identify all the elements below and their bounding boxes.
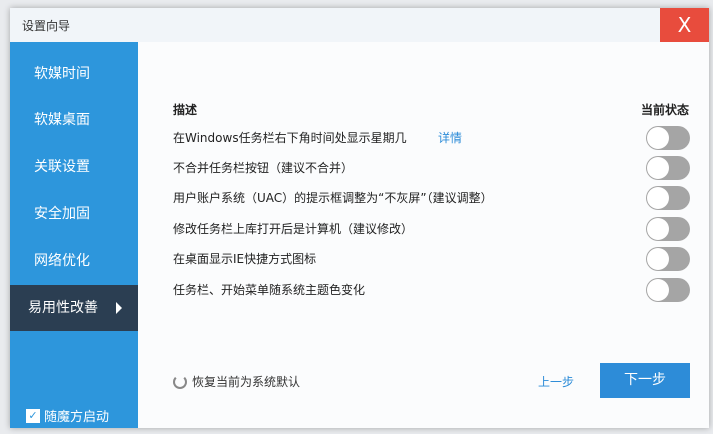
sidebar-item-security[interactable]: 安全加固 — [10, 191, 138, 237]
restore-defaults-button[interactable]: 恢复当前为系统默认 — [173, 373, 300, 390]
autostart-label: 随魔方启动 — [44, 410, 110, 425]
toggle-switch[interactable] — [646, 278, 690, 302]
window-title: 设置向导 — [22, 19, 71, 33]
sidebar-item-time[interactable]: 软媒时间 — [10, 51, 138, 97]
title-bar: 设置向导 X — [10, 8, 709, 42]
setting-label: 用户账户系统（UAC）的提示框调整为“不灰屏”（建议调整） — [173, 191, 493, 205]
toggle-switch[interactable] — [646, 186, 690, 210]
column-state: 当前状态 — [641, 103, 690, 117]
next-button[interactable]: 下一步 — [600, 363, 690, 398]
column-description: 描述 — [173, 103, 198, 117]
refresh-icon — [173, 374, 187, 389]
toggle-switch[interactable] — [646, 247, 690, 271]
setting-row: 在Windows任务栏右下角时间处显示星期几 详情 — [173, 126, 693, 150]
restore-label: 恢复当前为系统默认 — [192, 375, 301, 389]
sidebar-item-association[interactable]: 关联设置 — [10, 144, 138, 190]
close-button[interactable]: X — [660, 8, 709, 42]
setting-row: 不合并任务栏按钮（建议不合并） — [173, 156, 693, 180]
setting-row: 修改任务栏上库打开后是计算机（建议修改） — [173, 217, 693, 241]
autostart-checkbox[interactable]: ✓ 随魔方启动 — [26, 406, 109, 425]
sidebar-item-usability[interactable]: 易用性改善 — [10, 285, 138, 331]
details-link[interactable]: 详情 — [438, 126, 462, 150]
setting-label: 在Windows任务栏右下角时间处显示星期几 — [173, 131, 407, 145]
checkbox-checked-icon: ✓ — [26, 408, 40, 423]
toggle-switch[interactable] — [646, 126, 690, 150]
sidebar-item-desktop[interactable]: 软媒桌面 — [10, 97, 138, 143]
sidebar-item-label: 易用性改善 — [28, 300, 98, 316]
sidebar: 软媒时间 软媒桌面 关联设置 安全加固 网络优化 易用性改善 ✓ 随魔方启动 — [10, 42, 138, 428]
setting-row: 在桌面显示IE快捷方式图标 — [173, 247, 693, 271]
setting-label: 修改任务栏上库打开后是计算机（建议修改） — [173, 222, 414, 236]
setup-wizard-window: 设置向导 X 软媒时间 软媒桌面 关联设置 安全加固 网络优化 易用性改善 ✓ 随… — [10, 8, 709, 428]
sidebar-item-network[interactable]: 网络优化 — [10, 238, 138, 284]
setting-row: 任务栏、开始菜单随系统主题色变化 — [173, 278, 693, 302]
previous-button[interactable]: 上一步 — [538, 373, 574, 390]
setting-label: 在桌面显示IE快捷方式图标 — [173, 252, 317, 266]
toggle-switch[interactable] — [646, 156, 690, 180]
setting-label: 任务栏、开始菜单随系统主题色变化 — [173, 283, 366, 297]
setting-label: 不合并任务栏按钮（建议不合并） — [173, 161, 354, 175]
toggle-switch[interactable] — [646, 217, 690, 241]
arrow-right-icon — [116, 302, 122, 314]
setting-row: 用户账户系统（UAC）的提示框调整为“不灰屏”（建议调整） — [173, 186, 693, 210]
